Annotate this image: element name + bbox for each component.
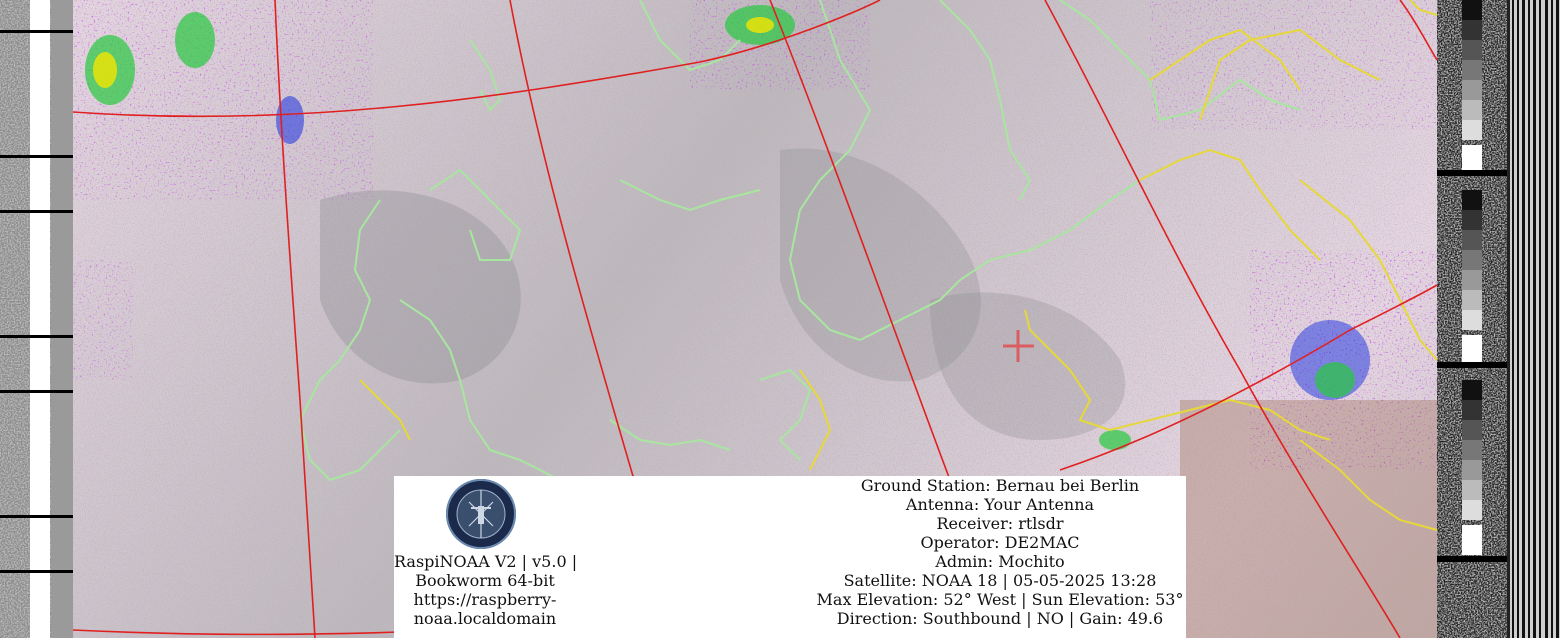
pass-info: Ground Station: Bernau bei Berlin Antenn… <box>800 476 1200 628</box>
direction-gain-text: Direction: Southbound | NO | Gain: 49.6 <box>836 609 1164 628</box>
satellite-text: Satellite: NOAA 18 | 05-05-2025 13:28 <box>843 571 1157 590</box>
admin-text: Admin: Mochito <box>935 552 1065 571</box>
antenna-text: Antenna: Your Antenna <box>905 495 1095 514</box>
url-text-line-2: noaa.localdomain <box>413 609 557 628</box>
software-version-text: RaspiNOAA V2 | v5.0 | <box>394 552 578 571</box>
left-telemetry-strip <box>0 0 73 638</box>
ground-station-text: Ground Station: Bernau bei Berlin <box>860 476 1140 495</box>
right-telemetry-strip <box>1437 0 1560 638</box>
os-text: Bookworm 64-bit <box>415 571 555 590</box>
elevation-text: Max Elevation: 52° West | Sun Elevation:… <box>816 590 1184 609</box>
raspberry-noaa-logo <box>446 479 516 549</box>
url-text-line-1: https://raspberry- <box>413 590 557 609</box>
software-info: RaspiNOAA V2 | v5.0 | Bookworm 64-bit ht… <box>394 552 578 628</box>
operator-text: Operator: DE2MAC <box>920 533 1080 552</box>
receiver-text: Receiver: rtlsdr <box>936 514 1064 533</box>
